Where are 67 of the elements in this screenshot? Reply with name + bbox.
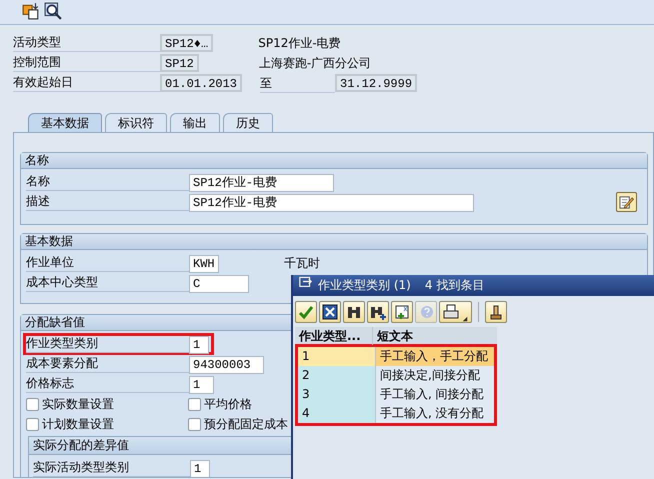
- checkbox-label: 平均价格: [204, 396, 252, 413]
- checkbox[interactable]: [26, 398, 39, 410]
- edit-button[interactable]: [616, 192, 637, 212]
- find-next-button[interactable]: [367, 301, 389, 323]
- pencil-icon: [619, 194, 634, 210]
- checkbox[interactable]: [188, 398, 201, 410]
- tab[interactable]: 输出: [170, 113, 220, 132]
- group-title: 基本数据: [21, 234, 647, 250]
- checkbox[interactable]: [188, 418, 201, 430]
- input-field[interactable]: C: [189, 274, 249, 292]
- checkbox[interactable]: [26, 418, 39, 430]
- input-field[interactable]: SP12作业-电费: [189, 194, 474, 212]
- input-field[interactable]: KWH: [189, 254, 219, 272]
- caret-icon: [462, 316, 468, 322]
- new-entry-button[interactable]: [391, 301, 413, 323]
- checkbox-label: 预分配固定成本: [204, 416, 288, 433]
- field-label: 作业单位: [26, 254, 189, 272]
- field-label: 实际活动类型类别: [33, 459, 190, 477]
- checkmark-icon: [298, 304, 314, 320]
- input-field[interactable]: 1: [190, 460, 210, 477]
- result-row[interactable]: 2 间接决定,间接分配: [298, 366, 494, 385]
- object-switch-icon: [22, 2, 40, 20]
- side-text: 千瓦时: [284, 255, 320, 272]
- print-button[interactable]: [439, 301, 472, 323]
- field-label: 成本中心类型: [26, 274, 189, 292]
- close-icon: [322, 304, 338, 320]
- group-title: 名称: [21, 153, 647, 169]
- stamp-icon: [488, 304, 504, 320]
- new-entry-icon: [394, 304, 410, 320]
- input-field[interactable]: 1: [189, 376, 214, 394]
- tab[interactable]: 基本数据: [28, 113, 102, 132]
- checkbox-label: 计划数量设置: [42, 416, 114, 433]
- description-text: SP12作业-电费: [258, 35, 341, 52]
- input-field[interactable]: SP12♦…: [160, 34, 214, 52]
- field-label: 作业类型类别: [26, 335, 189, 353]
- confirm-button[interactable]: [295, 301, 317, 323]
- input-field[interactable]: SP12: [160, 54, 199, 72]
- input-field[interactable]: 1: [189, 336, 209, 354]
- input-field[interactable]: 31.12.9999: [335, 74, 418, 92]
- tab[interactable]: 标识符: [105, 113, 167, 132]
- help-icon: [418, 304, 434, 320]
- table-cell: 1: [298, 347, 376, 366]
- input-field[interactable]: SP12作业-电费: [189, 174, 334, 192]
- input-field[interactable]: 01.01.2013: [160, 74, 242, 92]
- tab[interactable]: 历史: [223, 113, 273, 132]
- printer-icon: [443, 304, 459, 320]
- result-row[interactable]: 3 手工输入, 间接分配: [298, 385, 494, 404]
- field-label: 价格标志: [26, 375, 189, 393]
- column-header[interactable]: 作业类型...: [295, 327, 373, 345]
- result-row[interactable]: 1 手工输入，手工分配: [298, 347, 494, 366]
- input-field[interactable]: 94300003: [189, 356, 264, 374]
- table-cell: 3: [298, 385, 376, 404]
- description-text: 上海赛跑-广西分公司: [258, 55, 372, 72]
- result-row[interactable]: 4 手工输入, 没有分配: [298, 404, 494, 423]
- field-label: 成本要素分配: [26, 355, 189, 373]
- find-button[interactable]: [343, 301, 365, 323]
- field-label: 描述: [26, 193, 189, 211]
- stamp-button[interactable]: [485, 301, 507, 323]
- table-cell: 手工输入，手工分配: [376, 347, 494, 366]
- hit-count: 4 找到条目: [424, 277, 484, 294]
- window-icon: [299, 275, 312, 288]
- field-label: 名称: [26, 173, 189, 191]
- checkbox-label: 实际数量设置: [42, 396, 114, 413]
- cancel-button[interactable]: [319, 301, 341, 323]
- table-cell: 4: [298, 404, 376, 423]
- popup-title: 作业类型类别 (1): [318, 277, 411, 294]
- table-cell: 2: [298, 366, 376, 385]
